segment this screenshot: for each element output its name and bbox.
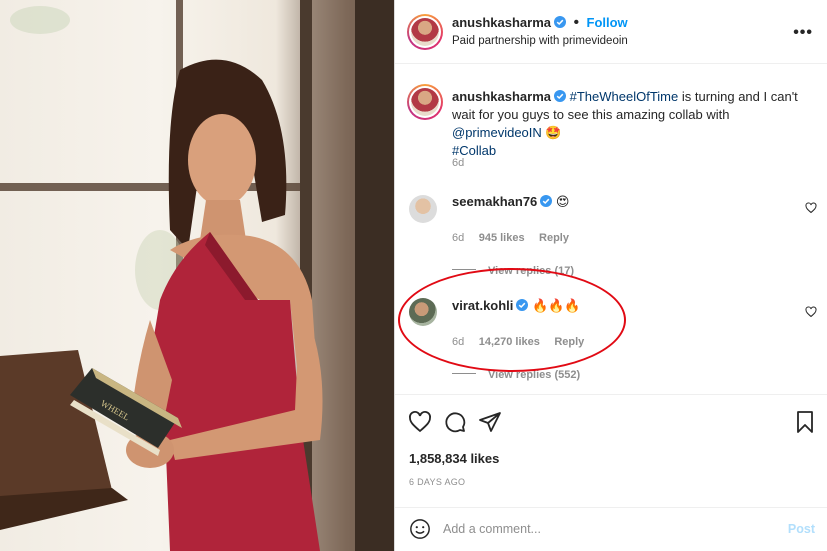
verified-icon bbox=[540, 195, 553, 207]
more-options-icon[interactable]: ••• bbox=[793, 24, 813, 42]
verified-icon bbox=[554, 90, 566, 102]
view-replies[interactable]: View replies (552) bbox=[452, 365, 580, 383]
comment-meta: 6d 14,270 likes Reply bbox=[452, 332, 584, 350]
comment-row: seemakhan76 😍 bbox=[452, 194, 569, 210]
comment-meta: 6d 945 likes Reply bbox=[452, 228, 569, 246]
comment-text: 🔥🔥🔥 bbox=[532, 298, 581, 313]
likes-count[interactable]: 1,858,834 likes bbox=[409, 451, 499, 466]
comment-username[interactable]: seemakhan76 bbox=[452, 194, 537, 209]
save-bookmark-icon[interactable] bbox=[793, 410, 817, 434]
reply-button[interactable]: Reply bbox=[554, 336, 584, 348]
commenter-avatar[interactable] bbox=[409, 195, 437, 223]
comment-age[interactable]: 6d bbox=[452, 336, 464, 348]
post-actions: 1,858,834 likes 6 DAYS AGO bbox=[395, 394, 827, 504]
view-replies-label[interactable]: View replies (17) bbox=[488, 265, 574, 277]
post-panel: anushkasharma • Follow Paid partnership … bbox=[395, 0, 827, 551]
dot-separator: • bbox=[573, 14, 580, 31]
caption-emoji: 🤩 bbox=[545, 125, 562, 140]
comment-like-icon[interactable] bbox=[805, 306, 817, 318]
post-header: anushkasharma • Follow Paid partnership … bbox=[395, 0, 827, 64]
post-date: 6 DAYS AGO bbox=[409, 477, 466, 487]
replies-line bbox=[452, 373, 476, 375]
post-photo-illustration: WHEEL bbox=[0, 0, 394, 551]
paid-partnership-label[interactable]: Paid partnership with primevideoin bbox=[452, 35, 628, 47]
view-replies-label[interactable]: View replies (552) bbox=[488, 369, 580, 381]
author-username[interactable]: anushkasharma bbox=[452, 15, 551, 30]
post-image[interactable]: WHEEL bbox=[0, 0, 394, 551]
like-heart-icon[interactable] bbox=[408, 410, 432, 434]
emoji-smiley-icon[interactable] bbox=[409, 518, 431, 540]
comment-like-icon[interactable] bbox=[805, 202, 817, 214]
verified-icon bbox=[516, 299, 529, 311]
comment-row: virat.kohli 🔥🔥🔥 bbox=[452, 298, 581, 314]
comment-username[interactable]: virat.kohli bbox=[452, 298, 513, 313]
caption-text: anushkasharma #TheWheelOfTime is turning… bbox=[452, 88, 812, 160]
commenter-avatar[interactable] bbox=[409, 298, 437, 326]
comment-likes[interactable]: 945 likes bbox=[479, 232, 525, 244]
comment-bubble-icon[interactable] bbox=[443, 410, 467, 434]
reply-button[interactable]: Reply bbox=[539, 232, 569, 244]
post-comment-button[interactable]: Post bbox=[788, 522, 815, 536]
view-replies[interactable]: View replies (17) bbox=[452, 261, 574, 279]
replies-line bbox=[452, 269, 476, 271]
comment-bar: Add a comment... Post bbox=[395, 507, 827, 551]
author-avatar[interactable] bbox=[407, 14, 443, 50]
follow-button[interactable]: Follow bbox=[587, 15, 628, 30]
comment-age[interactable]: 6d bbox=[452, 232, 464, 244]
caption-hashtag-collab[interactable]: #Collab bbox=[452, 143, 496, 158]
comment-likes[interactable]: 14,270 likes bbox=[479, 336, 540, 348]
verified-icon bbox=[554, 16, 566, 28]
caption-avatar[interactable] bbox=[407, 84, 443, 120]
caption-hashtag[interactable]: #TheWheelOfTime bbox=[570, 89, 679, 104]
caption-mention[interactable]: @primevideoIN bbox=[452, 125, 542, 140]
caption-username[interactable]: anushkasharma bbox=[452, 89, 551, 104]
comment-input[interactable]: Add a comment... bbox=[443, 522, 541, 536]
comment-text: 😍 bbox=[555, 194, 570, 209]
share-paper-plane-icon[interactable] bbox=[478, 410, 502, 434]
caption-age[interactable]: 6d bbox=[452, 157, 464, 169]
